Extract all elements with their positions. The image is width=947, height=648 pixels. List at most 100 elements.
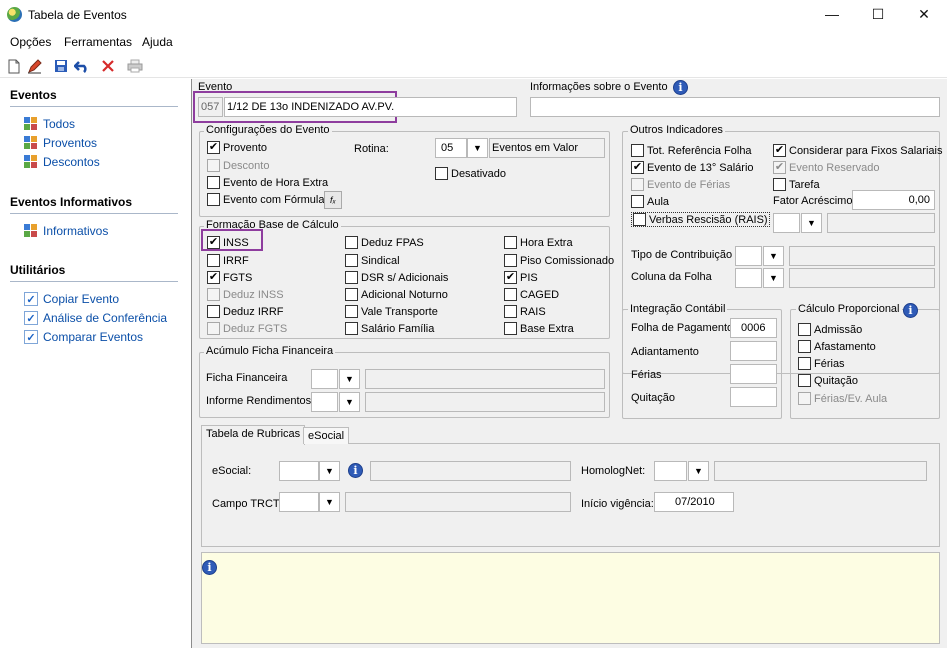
ficha-financeira-field[interactable]	[311, 369, 338, 389]
aula-checkbox[interactable]: Aula	[631, 195, 669, 208]
admissao-checkbox[interactable]: Admissão	[798, 323, 862, 336]
deduz-fpas-checkbox[interactable]: Deduz FPAS	[345, 236, 424, 249]
desativado-checkbox[interactable]: Desativado	[435, 167, 506, 180]
check-icon: ✔	[207, 141, 220, 154]
adiantamento-field[interactable]	[730, 341, 777, 361]
esocial-dropdown[interactable]: ▼	[319, 461, 340, 481]
salario-familia-checkbox[interactable]: Salário Família	[345, 322, 434, 335]
fgts-checkbox[interactable]: ✔ FGTS	[207, 271, 252, 284]
chevron-down-icon: ▼	[473, 143, 482, 153]
informacoes-field[interactable]	[530, 97, 940, 117]
ferias-aula-checkbox[interactable]: Férias/Ev. Aula	[798, 392, 887, 405]
informe-rendimentos-field[interactable]	[311, 392, 338, 412]
campo-trct-field[interactable]	[279, 492, 319, 512]
menu-ferramentas[interactable]: Ferramentas	[64, 35, 132, 49]
maximize-button[interactable]: ☐	[855, 0, 901, 30]
info-icon[interactable]: i	[348, 463, 363, 478]
hora-extra-checkbox[interactable]: Evento de Hora Extra	[207, 176, 328, 189]
coluna-folha-dropdown[interactable]: ▼	[763, 268, 784, 288]
info-icon[interactable]: i	[903, 303, 918, 318]
divider	[10, 213, 178, 214]
sidebar-item-comparar-eventos[interactable]: ✓ Comparar Eventos	[24, 330, 143, 344]
pis-checkbox[interactable]: ✔ PIS	[504, 271, 538, 284]
outros-extra-dropdown[interactable]: ▼	[801, 213, 822, 233]
campo-trct-dropdown[interactable]: ▼	[319, 492, 340, 512]
folha-pagamento-field[interactable]: 0006	[730, 318, 777, 338]
undo-icon[interactable]	[73, 57, 91, 75]
homolognet-dropdown[interactable]: ▼	[688, 461, 709, 481]
menu-ajuda[interactable]: Ajuda	[142, 35, 173, 49]
coluna-folha-field[interactable]	[735, 268, 762, 288]
deduz-inss-checkbox[interactable]: Deduz INSS	[207, 288, 284, 301]
piso-comissionado-checkbox[interactable]: Piso Comissionado	[504, 254, 614, 267]
verbas-checkbox[interactable]: Verbas Rescisão (RAIS)	[631, 212, 770, 227]
formula-checkbox[interactable]: Evento com Fórmula	[207, 193, 324, 206]
rais-checkbox[interactable]: RAIS	[504, 305, 546, 318]
desconto-checkbox[interactable]: Desconto	[207, 159, 269, 172]
new-icon[interactable]	[5, 57, 23, 75]
info-icon[interactable]: i	[673, 80, 688, 95]
sidebar-item-todos[interactable]: Todos	[24, 117, 75, 131]
evento-ferias-checkbox[interactable]: Evento de Férias	[631, 178, 730, 191]
caged-checkbox[interactable]: CAGED	[504, 288, 559, 301]
vale-transporte-checkbox[interactable]: Vale Transporte	[345, 305, 438, 318]
afastamento-checkbox[interactable]: Afastamento	[798, 340, 876, 353]
tarefa-checkbox[interactable]: Tarefa	[773, 178, 820, 191]
print-icon[interactable]	[126, 57, 144, 75]
fator-acrescimo-field[interactable]: 0,00	[852, 190, 935, 210]
sindical-checkbox[interactable]: Sindical	[345, 254, 400, 267]
divider	[10, 281, 178, 282]
inicio-vigencia-field[interactable]: 07/2010	[654, 492, 734, 512]
informe-rendimentos-dropdown[interactable]: ▼	[339, 392, 360, 412]
tot-ref-checkbox[interactable]: Tot. Referência Folha	[631, 144, 752, 157]
base-extra-checkbox[interactable]: Base Extra	[504, 322, 574, 335]
quitacao-proporcional-checkbox[interactable]: Quitação	[798, 374, 858, 387]
rotina-code: 05	[441, 142, 454, 154]
tab-esocial[interactable]: eSocial	[303, 427, 350, 444]
inss-checkbox[interactable]: ✔ INSS	[207, 236, 249, 249]
ferias-integracao-field[interactable]	[730, 364, 777, 384]
edit-icon[interactable]	[25, 57, 43, 75]
ferias-proporcional-checkbox[interactable]: Férias	[798, 357, 845, 370]
deduz-irrf-checkbox[interactable]: Deduz IRRF	[207, 305, 284, 318]
quitacao-integracao-field[interactable]	[730, 387, 777, 407]
outros-extra-field[interactable]	[773, 213, 800, 233]
minimize-button[interactable]: —	[809, 0, 855, 30]
close-button[interactable]: ✕	[901, 0, 947, 30]
delete-icon[interactable]	[99, 57, 117, 75]
inss-label: INSS	[223, 236, 249, 249]
provento-checkbox[interactable]: ✔ Provento	[207, 141, 267, 154]
chevron-down-icon: ▼	[694, 466, 703, 476]
adicional-noturno-checkbox[interactable]: Adicional Noturno	[345, 288, 448, 301]
sidebar-item-proventos[interactable]: Proventos	[24, 136, 97, 150]
sidebar-item-analise-conferencia[interactable]: ✓ Análise de Conferência	[24, 311, 167, 325]
evento-code-field[interactable]: 057	[198, 97, 223, 117]
deduz-fgts-checkbox[interactable]: Deduz FGTS	[207, 322, 287, 335]
dsr-checkbox[interactable]: DSR s/ Adicionais	[345, 271, 448, 284]
rotina-dropdown-button[interactable]: ▼	[467, 138, 488, 158]
esocial-field[interactable]	[279, 461, 319, 481]
sidebar-item-copiar-evento[interactable]: ✓ Copiar Evento	[24, 292, 119, 306]
evento-name-field[interactable]: 1/12 DE 13o INDENIZADO AV.PV.	[224, 97, 517, 117]
hora-extra-base-checkbox[interactable]: Hora Extra	[504, 236, 573, 249]
menu-opcoes[interactable]: Opções	[10, 35, 51, 49]
fixos-checkbox[interactable]: ✔ Considerar para Fixos Salariais	[773, 144, 942, 157]
sidebar-item-label: Análise de Conferência	[43, 311, 168, 325]
adiantamento-label: Adiantamento	[631, 346, 699, 358]
ficha-financeira-dropdown[interactable]: ▼	[339, 369, 360, 389]
reservado-checkbox[interactable]: ✔ Evento Reservado	[773, 161, 880, 174]
evento-13-checkbox[interactable]: ✔ Evento de 13° Salário	[631, 161, 754, 174]
sindical-label: Sindical	[361, 254, 400, 267]
tab-rubricas[interactable]: Tabela de Rubricas	[201, 425, 306, 445]
rotina-code-field[interactable]: 05	[435, 138, 467, 158]
formula-button[interactable]: fₓ	[324, 191, 342, 209]
sidebar-item-informativos[interactable]: Informativos	[24, 224, 108, 238]
save-icon[interactable]	[52, 57, 70, 75]
tipo-contribuicao-field[interactable]	[735, 246, 762, 266]
sidebar-item-descontos[interactable]: Descontos	[24, 155, 100, 169]
homolognet-field[interactable]	[654, 461, 687, 481]
tipo-contribuicao-dropdown[interactable]: ▼	[763, 246, 784, 266]
irrf-checkbox[interactable]: IRRF	[207, 254, 249, 267]
hora-extra-label: Evento de Hora Extra	[223, 176, 329, 189]
deduz-fpas-label: Deduz FPAS	[361, 236, 424, 249]
